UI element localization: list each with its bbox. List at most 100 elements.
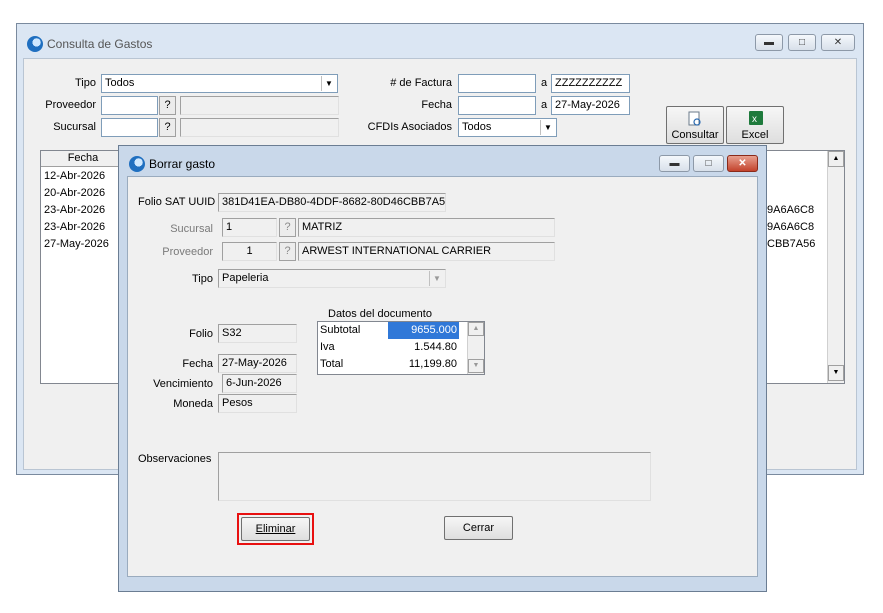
proveedor-code-input[interactable]: [101, 96, 158, 115]
dialog-maximize-button[interactable]: □: [693, 155, 724, 172]
dialog-client-area: Folio SAT UUID 381D41EA-DB80-4DDF-8682-8…: [127, 176, 758, 577]
folio-field: S32: [218, 324, 297, 343]
cfdi-label: CFDIs Asociados: [367, 121, 452, 133]
vencimiento-field: 6-Jun-2026: [222, 374, 297, 393]
cerrar-button[interactable]: Cerrar: [444, 516, 513, 540]
excel-icon: x: [749, 111, 763, 125]
tipo-select[interactable]: Todos ▼: [101, 74, 338, 93]
fecha-field: 27-May-2026: [218, 354, 297, 373]
excel-label: Excel: [741, 129, 769, 141]
sucursal-name-field: [180, 118, 339, 137]
datos-value: 1.544.80: [414, 341, 457, 353]
minimize-icon: ▬: [764, 37, 774, 48]
datos-scrollbar[interactable]: ▲ ▼: [467, 322, 484, 374]
moneda-field: Pesos: [218, 394, 297, 413]
fecha-a-label: a: [541, 99, 548, 111]
consultar-label: Consultar: [671, 129, 719, 141]
svg-text:x: x: [752, 114, 757, 125]
datos-label: Total: [320, 358, 344, 370]
main-titlebar[interactable]: Consulta de Gastos ▬ □ ✕: [17, 24, 863, 52]
factura-from-input[interactable]: [458, 74, 536, 93]
grid-row[interactable]: 12-Abr-2026: [44, 170, 105, 182]
app-icon: [129, 156, 145, 172]
excel-button[interactable]: x Excel: [726, 106, 784, 144]
fecha-from-input[interactable]: [458, 96, 536, 115]
sucursal-lookup-button[interactable]: ?: [279, 218, 296, 237]
proveedor-label: Proveedor: [162, 246, 213, 258]
folio-sat-field: 381D41EA-DB80-4DDF-8682-80D46CBB7A56: [218, 193, 446, 212]
scroll-up-icon[interactable]: ▲: [468, 322, 484, 336]
grid-cell-uuid[interactable]: 9A6A6C8: [767, 221, 814, 233]
sucursal-lookup-button[interactable]: ?: [159, 118, 176, 137]
tipo-label: Tipo: [75, 77, 96, 89]
proveedor-label: Proveedor: [45, 99, 96, 111]
datos-table[interactable]: Subtotal 9655.000 Iva 1.544.80 Total 11,…: [317, 321, 485, 375]
folio-label: Folio: [189, 328, 213, 340]
close-button[interactable]: ✕: [821, 34, 855, 51]
minimize-icon: ▬: [669, 158, 680, 169]
proveedor-lookup-button[interactable]: ?: [159, 96, 176, 115]
scroll-up-icon[interactable]: ▲: [828, 151, 844, 167]
factura-label: # de Factura: [390, 77, 452, 89]
datos-value: 11,199.80: [408, 358, 457, 370]
grid-cell-uuid[interactable]: 9A6A6C8: [767, 204, 814, 216]
datos-title: Datos del documento: [328, 308, 432, 320]
grid-cell-uuid[interactable]: CBB7A56: [767, 238, 815, 250]
maximize-icon: □: [798, 37, 806, 48]
dialog-close-button[interactable]: ✕: [727, 155, 758, 172]
close-icon: ✕: [833, 37, 843, 48]
eliminar-button[interactable]: Eliminar: [241, 517, 310, 541]
sucursal-code-field: 1: [222, 218, 277, 237]
chevron-down-icon: ▼: [540, 120, 555, 135]
document-search-icon: [688, 111, 701, 126]
proveedor-code-value: 1: [246, 245, 253, 257]
chevron-down-icon: ▼: [429, 271, 444, 286]
tipo-select-value: Todos: [105, 77, 135, 89]
dialog-titlebar[interactable]: Borrar gasto ▬ □ ✕: [119, 146, 766, 174]
proveedor-name-field: [180, 96, 339, 115]
grid-header-fecha[interactable]: Fecha: [41, 151, 125, 167]
sucursal-label: Sucursal: [170, 223, 213, 235]
tipo-label: Tipo: [192, 273, 213, 285]
proveedor-name-field: ARWEST INTERNATIONAL CARRIER: [298, 242, 555, 261]
grid-row[interactable]: 20-Abr-2026: [44, 187, 105, 199]
sucursal-label: Sucursal: [53, 121, 96, 133]
datos-row-iva[interactable]: Iva 1.544.80: [318, 339, 484, 356]
scroll-down-icon[interactable]: ▼: [828, 365, 844, 381]
datos-value: 9655.000: [388, 322, 459, 339]
close-icon: ✕: [738, 158, 747, 169]
proveedor-code-field: 1: [222, 242, 277, 261]
app-icon: [27, 36, 43, 52]
grid-row[interactable]: 23-Abr-2026: [44, 221, 105, 233]
fecha-label: Fecha: [421, 99, 452, 111]
fecha-to-input[interactable]: 27-May-2026: [551, 96, 630, 115]
datos-row-subtotal[interactable]: Subtotal 9655.000: [318, 322, 484, 339]
factura-a-label: a: [541, 77, 548, 89]
consultar-button[interactable]: Consultar: [666, 106, 724, 144]
tipo-select[interactable]: Papeleria ▼: [218, 269, 446, 288]
cfdi-select[interactable]: Todos ▼: [458, 118, 557, 137]
observaciones-field: [218, 452, 651, 501]
borrar-gasto-dialog: Borrar gasto ▬ □ ✕ Folio SAT UUID 381D41…: [118, 145, 767, 592]
grid-scrollbar[interactable]: ▲ ▼: [827, 151, 844, 383]
datos-row-total[interactable]: Total 11,199.80: [318, 356, 484, 373]
moneda-label: Moneda: [173, 398, 213, 410]
proveedor-lookup-button[interactable]: ?: [279, 242, 296, 261]
main-title: Consulta de Gastos: [47, 37, 153, 51]
maximize-button[interactable]: □: [788, 34, 816, 51]
grid-row[interactable]: 27-May-2026: [44, 238, 109, 250]
datos-label: Iva: [320, 341, 335, 353]
vencimiento-label: Vencimiento: [153, 378, 213, 390]
folio-sat-label: Folio SAT UUID: [138, 196, 216, 208]
dialog-title: Borrar gasto: [149, 157, 216, 171]
scroll-down-icon[interactable]: ▼: [468, 359, 484, 373]
tipo-select-value: Papeleria: [222, 272, 269, 284]
grid-row[interactable]: 23-Abr-2026: [44, 204, 105, 216]
minimize-button[interactable]: ▬: [755, 34, 783, 51]
sucursal-code-input[interactable]: [101, 118, 158, 137]
dialog-minimize-button[interactable]: ▬: [659, 155, 690, 172]
maximize-icon: □: [705, 158, 712, 169]
observaciones-label: Observaciones: [138, 453, 212, 465]
fecha-label: Fecha: [182, 358, 213, 370]
factura-to-input[interactable]: ZZZZZZZZZZ: [551, 74, 630, 93]
